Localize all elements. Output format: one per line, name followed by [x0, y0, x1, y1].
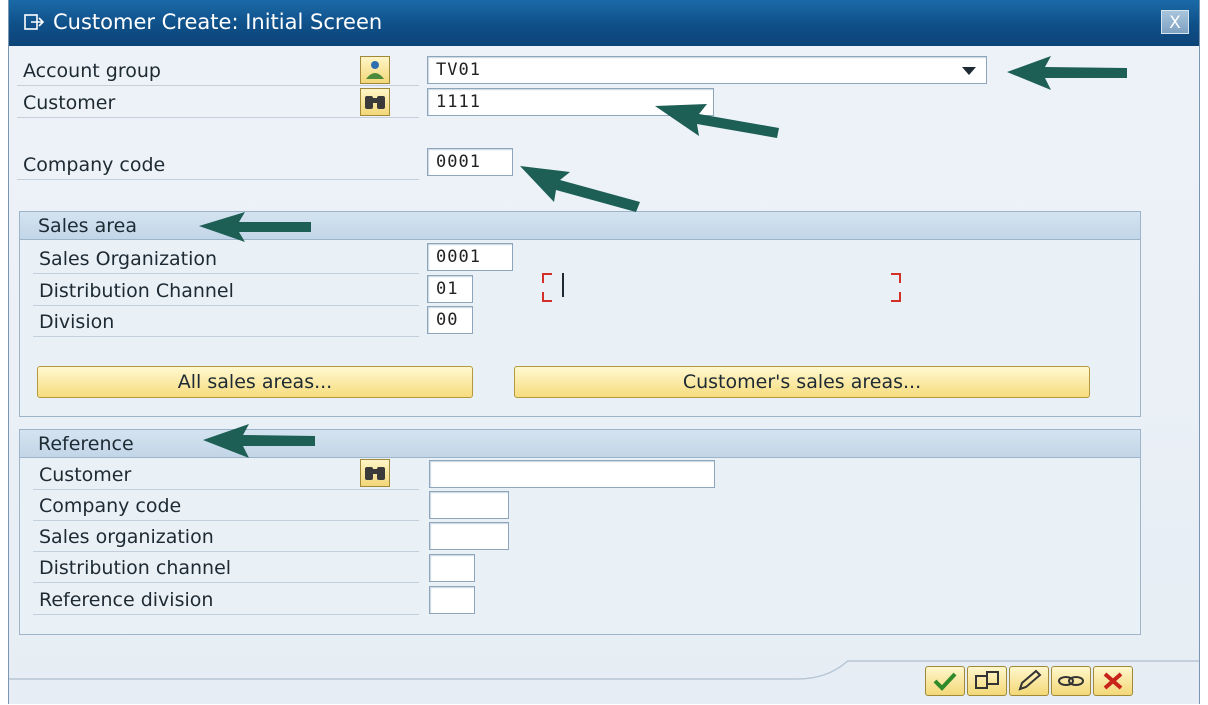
edit-button[interactable] — [1009, 666, 1049, 696]
cancel-icon — [1103, 672, 1123, 690]
reference-sales-organization-input[interactable] — [429, 522, 509, 550]
annotation-arrow-sales-area — [199, 212, 311, 242]
reference-sales-organization-label: Sales organization — [33, 522, 419, 552]
account-group-dropdown[interactable]: TV01 — [427, 56, 987, 84]
reference-header: Reference — [20, 430, 1140, 458]
reference-title: Reference — [38, 433, 134, 455]
binoculars-icon[interactable] — [360, 459, 390, 487]
close-button[interactable]: X — [1161, 10, 1189, 34]
text-cursor — [562, 273, 564, 297]
annotation-arrow-account-group — [1007, 56, 1127, 90]
link-icon — [1058, 676, 1084, 686]
account-group-value: TV01 — [436, 60, 481, 80]
reference-division-input[interactable] — [429, 586, 475, 614]
check-button[interactable] — [925, 666, 965, 696]
cancel-button[interactable] — [1093, 666, 1133, 696]
check-icon — [933, 672, 957, 691]
division-label: Division — [33, 307, 419, 337]
sales-organization-label: Sales Organization — [33, 244, 419, 274]
customer-label: Customer — [17, 88, 419, 118]
sales-organization-input[interactable]: 0001 — [427, 243, 513, 271]
account-group-icon[interactable] — [360, 56, 390, 84]
focus-bracket-top-right — [891, 273, 901, 283]
reference-distribution-channel-input[interactable] — [429, 554, 475, 582]
window-icon — [24, 14, 45, 30]
account-group-label: Account group — [17, 56, 419, 86]
copy-icon — [975, 671, 999, 689]
annotation-arrow-customer — [655, 104, 779, 138]
reference-division-label: Reference division — [33, 585, 419, 615]
customer-create-window: Customer Create: Initial Screen X Accoun… — [8, 0, 1200, 704]
reference-company-code-label: Company code — [33, 491, 419, 521]
company-code-input[interactable]: 0001 — [427, 148, 513, 176]
company-code-label: Company code — [17, 150, 419, 180]
reference-distribution-channel-label: Distribution channel — [33, 553, 419, 583]
reference-company-code-input[interactable] — [429, 491, 509, 519]
division-input[interactable]: 00 — [427, 306, 473, 334]
chevron-down-icon[interactable] — [962, 67, 976, 75]
copy-button[interactable] — [967, 666, 1007, 696]
focus-bracket-top-left — [542, 273, 552, 283]
binoculars-icon[interactable] — [360, 88, 390, 116]
focus-bracket-bottom-right — [891, 292, 901, 302]
title-bar: Customer Create: Initial Screen X — [9, 0, 1199, 46]
sales-area-title: Sales area — [38, 215, 137, 237]
edit-icon — [1018, 669, 1042, 691]
distribution-channel-label: Distribution Channel — [33, 276, 419, 306]
annotation-arrow-reference — [203, 424, 315, 458]
window-title: Customer Create: Initial Screen — [53, 10, 383, 34]
distribution-channel-input[interactable]: 01 — [427, 275, 473, 303]
all-sales-areas-button[interactable]: All sales areas... — [37, 366, 473, 398]
reference-customer-input[interactable] — [429, 460, 715, 488]
focus-bracket-bottom-left — [542, 292, 552, 302]
link-button[interactable] — [1051, 666, 1091, 696]
customers-sales-areas-button[interactable]: Customer's sales areas... — [514, 366, 1090, 398]
annotation-arrow-company-code — [520, 166, 640, 212]
